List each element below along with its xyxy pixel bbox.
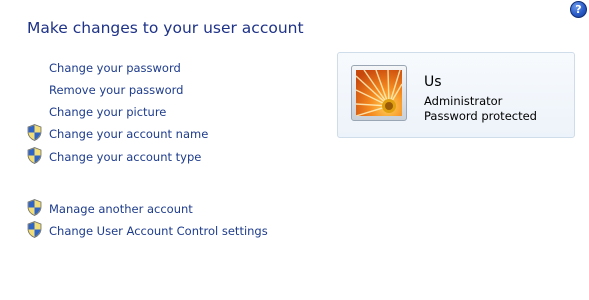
account-card: Us Administrator Password protected — [337, 52, 575, 138]
uac-shield-icon — [27, 124, 42, 141]
change-password-link[interactable]: Change your password — [49, 61, 181, 75]
change-account-type-link[interactable]: Change your account type — [49, 150, 201, 164]
uac-shield-icon — [27, 147, 42, 164]
change-account-name-link[interactable]: Change your account name — [49, 127, 208, 141]
flower-icon — [356, 70, 402, 116]
uac-shield-icon — [27, 221, 42, 238]
avatar — [351, 65, 407, 121]
uac-shield-icon — [27, 199, 42, 216]
account-name: Us — [424, 74, 442, 90]
password-status: Password protected — [424, 109, 537, 123]
manage-another-account-link[interactable]: Manage another account — [49, 202, 193, 216]
account-type: Administrator — [424, 94, 503, 108]
remove-password-link[interactable]: Remove your password — [49, 83, 183, 97]
page-title: Make changes to your user account — [27, 19, 304, 37]
change-picture-link[interactable]: Change your picture — [49, 105, 166, 119]
help-icon[interactable]: ? — [570, 1, 587, 18]
change-uac-settings-link[interactable]: Change User Account Control settings — [49, 224, 268, 238]
